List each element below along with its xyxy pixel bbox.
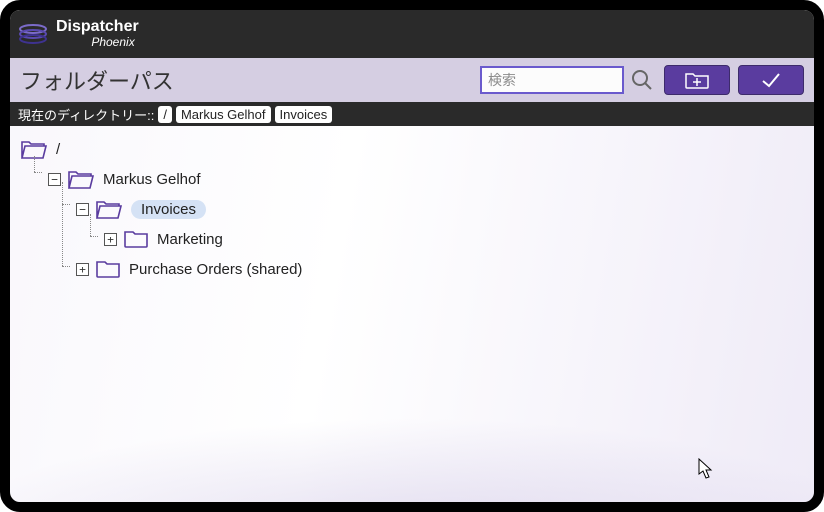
- tree-toggle-markus[interactable]: −: [48, 173, 61, 186]
- app-name-top: Dispatcher: [56, 19, 139, 36]
- tree-node-purchase-orders[interactable]: + Purchase Orders (shared): [20, 254, 804, 284]
- search-icon: [630, 68, 654, 92]
- app-name-bottom: Phoenix: [56, 36, 139, 49]
- folder-closed-icon: [95, 259, 121, 279]
- tree-label-markus: Markus Gelhof: [103, 171, 201, 188]
- tree-toggle-marketing[interactable]: +: [104, 233, 117, 246]
- tree-node-invoices[interactable]: − Invoices: [20, 194, 804, 224]
- folder-open-icon: [67, 168, 95, 190]
- page-title: フォルダーパス: [20, 64, 472, 96]
- mouse-cursor-icon: [698, 458, 714, 480]
- new-folder-button[interactable]: [664, 65, 730, 95]
- tree-label-purchase-orders: Purchase Orders (shared): [129, 261, 302, 278]
- tree-label-invoices: Invoices: [131, 200, 206, 219]
- search-input[interactable]: [480, 66, 624, 94]
- tree-label-marketing: Marketing: [157, 231, 223, 248]
- tree-node-markus[interactable]: − Markus Gelhof: [20, 164, 804, 194]
- app-window: Dispatcher Phoenix フォルダーパス: [0, 0, 824, 512]
- toolbar: フォルダーパス: [10, 58, 814, 102]
- check-icon: [758, 70, 784, 90]
- breadcrumb-part-root[interactable]: /: [158, 106, 172, 123]
- folder-tree: / − Markus Gelhof − Invoices +: [10, 126, 814, 502]
- tree-root-row[interactable]: /: [20, 134, 804, 164]
- app-logo: Dispatcher Phoenix: [18, 19, 139, 49]
- search-button[interactable]: [628, 66, 656, 94]
- breadcrumb-label: 現在のディレクトリー::: [18, 105, 154, 124]
- search-wrap: [480, 66, 656, 94]
- tree-toggle-invoices[interactable]: −: [76, 203, 89, 216]
- app-logo-icon: [18, 19, 48, 49]
- breadcrumb-bar: 現在のディレクトリー:: / Markus Gelhof Invoices: [10, 102, 814, 126]
- folder-open-icon: [95, 198, 123, 220]
- tree-node-marketing[interactable]: + Marketing: [20, 224, 804, 254]
- breadcrumb-part-2[interactable]: Invoices: [275, 106, 333, 123]
- breadcrumb-part-1[interactable]: Markus Gelhof: [176, 106, 271, 123]
- folder-closed-icon: [123, 229, 149, 249]
- titlebar: Dispatcher Phoenix: [10, 10, 814, 58]
- tree-toggle-purchase-orders[interactable]: +: [76, 263, 89, 276]
- new-folder-icon: [684, 70, 710, 90]
- confirm-button[interactable]: [738, 65, 804, 95]
- tree-root-label: /: [56, 141, 60, 158]
